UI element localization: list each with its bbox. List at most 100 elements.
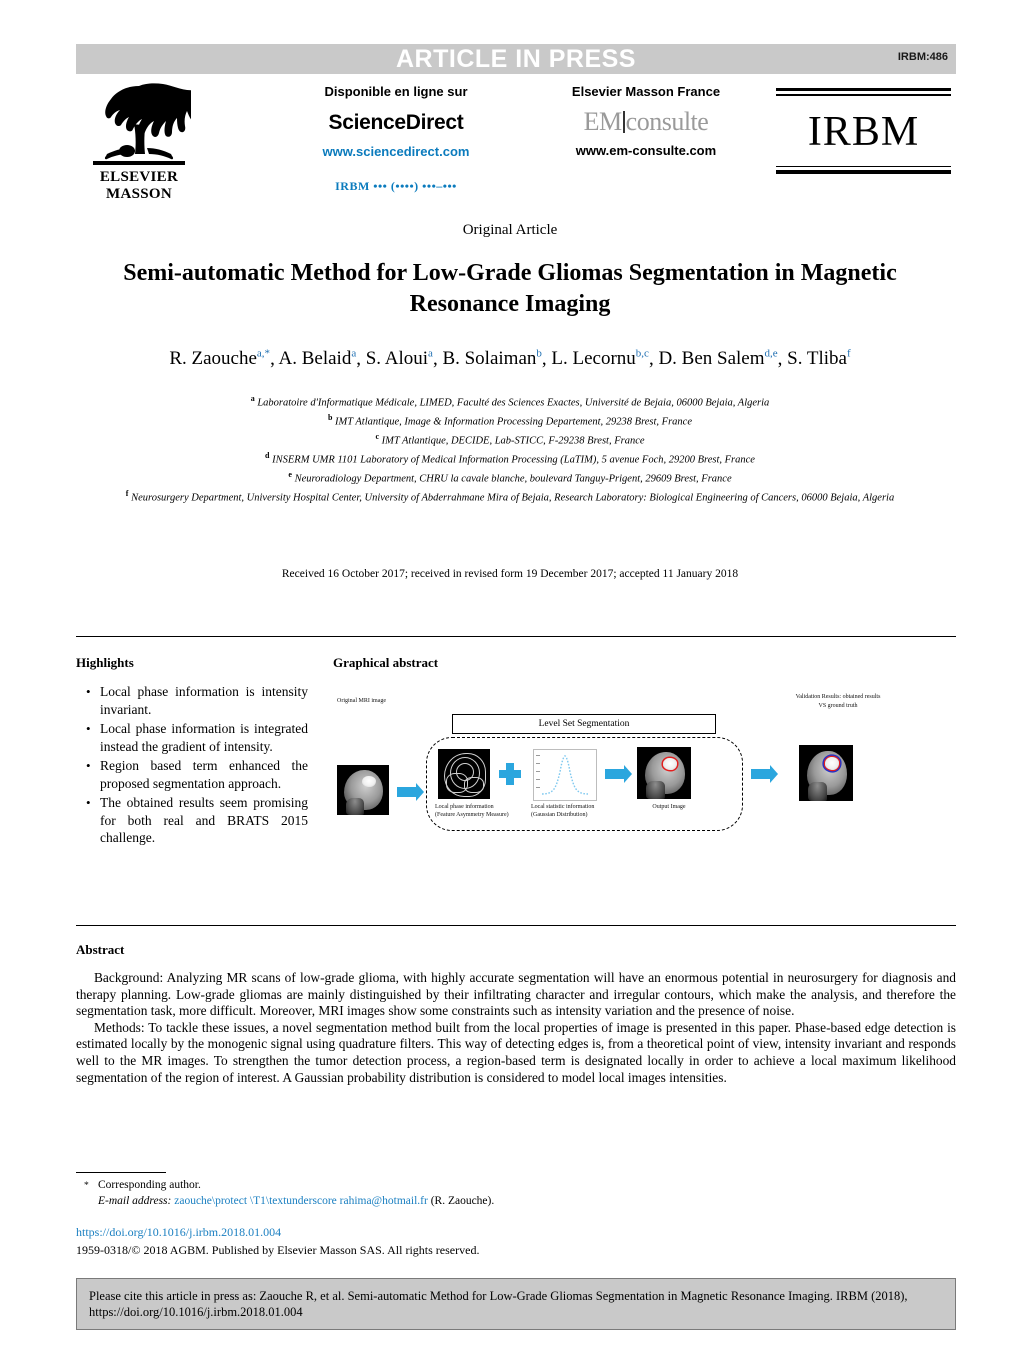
affiliation-mark: c (375, 432, 380, 441)
doi-link[interactable]: https://doi.org/10.1016/j.irbm.2018.01.0… (76, 1225, 696, 1240)
em-consulte-logo-divider (622, 111, 625, 133)
elsevier-wordmark-line1: ELSEVIER (99, 169, 179, 185)
em-consulte-logo: EM consulte (531, 107, 761, 137)
list-item: Local phase information is integrated in… (86, 720, 308, 755)
affiliation-mark: d (265, 451, 270, 460)
irbm-journal-logo: IRBM (776, 88, 951, 174)
publisher-name: Elsevier Masson France (571, 84, 721, 99)
abstract-paragraph: Methods: To tackle these issues, a novel… (76, 1019, 956, 1085)
output-image-caption: Output Image (652, 804, 686, 810)
local-statistic-caption-line2: (Gaussian Distribution) (531, 812, 588, 818)
author-item: B. Solaimanb (442, 348, 541, 369)
author-name: L. Lecornu (551, 348, 636, 370)
affiliation-text: Neurosurgery Department, University Hosp… (131, 492, 895, 504)
copyright-line: 1959-0318/© 2018 AGBM. Published by Else… (76, 1243, 480, 1257)
journal-volume-line: IRBM ••• (••••) •••–••• (335, 179, 457, 193)
level-set-segmentation-box: Level Set Segmentation (452, 714, 716, 734)
sciencedirect-url[interactable]: www.sciencedirect.com (271, 144, 521, 159)
author-marks: b,c (635, 348, 649, 360)
author-list: R. Zaouchea,*, A. Belaida, S. Alouia, B.… (169, 348, 851, 370)
elsevier-wordmark-line2: MASSON (106, 186, 172, 202)
list-item: Region based term enhanced the proposed … (86, 757, 308, 792)
citation-box: Please cite this article in press as: Za… (76, 1278, 956, 1330)
received-dates: Received 16 October 2017; received in re… (281, 568, 739, 580)
local-statistic-caption-line1: Local statistic information (531, 804, 595, 810)
highlights-list: Local phase information is intensity inv… (76, 683, 308, 847)
elsevier-masson-logo: ELSEVIER MASSON (84, 82, 211, 202)
author-marks: b (536, 348, 542, 360)
graphical-abstract-heading: Graphical abstract (333, 655, 439, 670)
affiliation-mark: f (125, 489, 129, 498)
affiliation-mark: b (327, 413, 333, 422)
affiliation-mark: a (250, 394, 255, 403)
em-consulte-url[interactable]: www.em-consulte.com (531, 143, 761, 158)
mri-neck-shape (646, 781, 665, 799)
affiliation-text: Laboratoire d'Informatique Médicale, LIM… (257, 397, 770, 409)
email-link[interactable]: zaouche\protect \T1\textunderscore rahim… (174, 1195, 428, 1207)
email-label: E-mail address: (98, 1195, 172, 1207)
author-marks: d,e (764, 348, 778, 360)
author-marks: f (846, 348, 851, 360)
corresponding-author-marker: * (84, 1180, 89, 1191)
page-title: Semi-automatic Method for Low-Grade Glio… (123, 260, 897, 317)
affiliation-list: a Laboratoire d'Informatique Médicale, L… (60, 392, 960, 506)
plus-combine-icon (499, 763, 521, 785)
author-item: D. Ben Salemd,e (658, 348, 777, 369)
output-mri-thumbnail (637, 747, 691, 799)
corresponding-author-note: * Corresponding author. (76, 1178, 696, 1193)
abstract-paragraph: Background: Analyzing MR scans of low-gr… (76, 970, 956, 1019)
mri-tumor-contour-dual (825, 757, 840, 770)
em-consulte-logo-left: EM (583, 107, 623, 136)
irbm-rule-bottom (776, 172, 951, 174)
affiliation-item: b IMT Atlantique, Image & Information Pr… (60, 411, 960, 430)
arrow-to-validation (751, 765, 778, 783)
abstract-section: Abstract Background: Analyzing MR scans … (76, 942, 956, 1086)
affiliation-text: IMT Atlantique, DECIDE, Lab-STICC, F-292… (381, 435, 645, 447)
doi-text[interactable]: https://doi.org/10.1016/j.irbm.2018.01.0… (76, 1225, 281, 1239)
corresponding-author-text: Corresponding author. (98, 1179, 201, 1191)
irbm-wordmark: IRBM (807, 109, 920, 155)
author-name: S. Aloui (365, 348, 429, 370)
affiliation-item: a Laboratoire d'Informatique Médicale, L… (60, 392, 960, 411)
divider-above-abstract (76, 925, 956, 926)
list-item: The obtained results seem promising for … (86, 794, 308, 847)
local-phase-caption-line1: Local phase information (435, 804, 494, 810)
mri-neck-shape (808, 781, 827, 801)
validation-label: Validation Results: obtained results VS … (773, 693, 903, 711)
author-item: S. Alouia (366, 348, 433, 369)
highlights-section: Highlights Local phase information is in… (76, 655, 308, 849)
author-item: R. Zaouchea,* (169, 348, 270, 369)
author-marks: a,* (256, 348, 271, 360)
affiliation-item: f Neurosurgery Department, University Ho… (60, 487, 960, 506)
affiliation-item: d INSERM UMR 1101 Laboratory of Medical … (60, 449, 960, 468)
sciencedirect-block: Disponible en ligne sur ScienceDirect ww… (271, 84, 521, 194)
author-marks: a (351, 348, 357, 360)
list-item: Local phase information is intensity inv… (86, 683, 308, 718)
irbm-rule-top-2 (776, 90, 951, 96)
author-name: B. Solaiman (442, 348, 537, 370)
sciencedirect-logo: ScienceDirect (328, 111, 464, 134)
input-image-label: Original MRI image (337, 698, 386, 704)
local-phase-image (438, 749, 490, 799)
affiliation-item: e Neuroradiology Department, CHRU la cav… (60, 468, 960, 487)
elsevier-tree-icon (87, 82, 211, 168)
abstract-heading: Abstract (76, 942, 125, 957)
author-item: L. Lecornub,c (551, 348, 649, 369)
em-consulte-logo-right: consulte (625, 107, 709, 136)
available-online-text: Disponible en ligne sur (324, 84, 468, 99)
journal-code: IRBM:486 (897, 51, 948, 63)
author-name: A. Belaid (278, 348, 352, 370)
banner-title: ARTICLE IN PRESS (396, 44, 636, 73)
email-attribution: (R. Zaouche). (430, 1195, 495, 1207)
edge-contour (444, 753, 486, 797)
local-phase-caption-line2: (Feature Asymmetry Measure) (435, 812, 509, 818)
mri-tumor-region (362, 776, 376, 787)
local-phase-caption: Local phase information (Feature Asymmet… (435, 803, 521, 819)
arrow-input-to-pipeline (397, 783, 424, 801)
arrow-to-output (605, 765, 632, 783)
graphical-abstract-figure: Original MRI image Level Set Segmentatio… (333, 687, 953, 847)
validation-label-line2: VS ground truth (818, 703, 858, 709)
footnotes: * Corresponding author. E-mail address: z… (76, 1172, 696, 1258)
email-note: E-mail address: zaouche\protect \T1\text… (76, 1194, 696, 1209)
affiliation-text: IMT Atlantique, Image & Information Proc… (335, 416, 693, 428)
